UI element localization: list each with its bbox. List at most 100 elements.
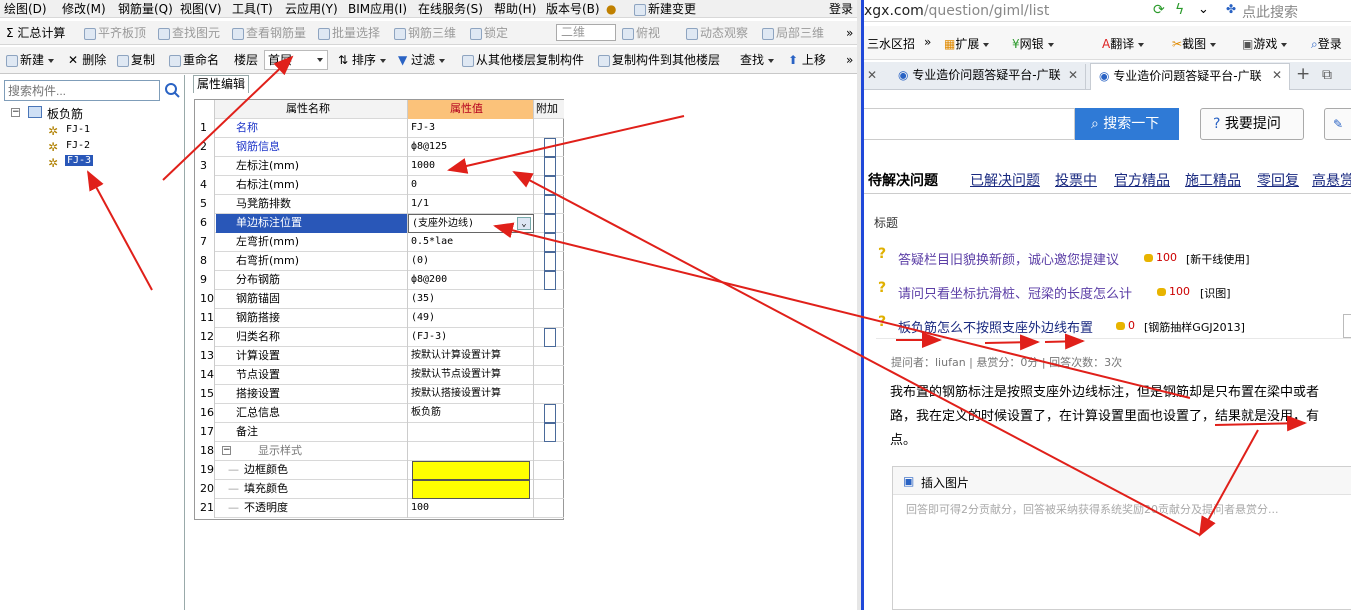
property-value[interactable] (408, 423, 534, 442)
property-value[interactable]: FJ-3 (408, 119, 534, 138)
question-title-1[interactable]: 答疑栏目旧貌换新颜，诚心邀您提建议 (898, 249, 1119, 268)
table-row[interactable]: 2 钢筋信息 ф8@125 (195, 138, 564, 157)
tab-voting[interactable]: 投票中 (1055, 170, 1097, 190)
ask-question-button[interactable]: ? 我要提问 (1200, 108, 1304, 140)
question-title-3[interactable]: 板负筋怎么不按照支座外边线布置 (898, 317, 1093, 336)
property-value[interactable]: 按默认搭接设置计算 (408, 385, 534, 404)
sort-button[interactable]: ⇅ 排序 (338, 47, 386, 74)
table-row[interactable]: 21 — 不透明度 100 (195, 499, 564, 518)
find-button[interactable]: 查找 (740, 47, 775, 74)
lightning-icon[interactable]: ϟ (1175, 2, 1184, 18)
site-search-input[interactable] (864, 108, 1075, 140)
tree-item-fj2[interactable]: FJ-2 (66, 140, 90, 151)
rename-button[interactable]: 重命名 (169, 47, 219, 74)
expand-button[interactable] (1343, 314, 1351, 338)
table-row[interactable]: 11 钢筋搭接 (49) (195, 309, 564, 328)
question-tag-3[interactable]: [钢筋抽样GGJ2013] (1144, 319, 1245, 335)
new-button[interactable]: 新建 (6, 47, 55, 74)
fill-color-swatch[interactable] (412, 480, 530, 499)
table-row[interactable]: 18− 显示样式 (195, 442, 564, 461)
extra-checkbox[interactable] (544, 157, 556, 176)
insert-image-button[interactable]: 插入图片 (921, 474, 969, 491)
tab-high-reward[interactable]: 高悬赏 (1312, 170, 1351, 190)
view-rebar-button[interactable]: 查看钢筋量 (232, 21, 306, 45)
question-title-2[interactable]: 请问只看坐标抗滑桩、冠梁的长度怎么计 (898, 283, 1132, 302)
border-color-swatch[interactable] (412, 461, 530, 480)
browser-search-input[interactable]: 点此搜索 (1242, 2, 1298, 22)
pencil-icon[interactable]: ✎ (1324, 108, 1351, 140)
bookmark-sanshui[interactable]: 三水区招 (867, 35, 915, 52)
floor-select[interactable]: 首层 (264, 50, 328, 70)
copy-to-floor-button[interactable]: 复制构件到其他楼层 (598, 47, 720, 74)
menu-view[interactable]: 视图(V) (180, 0, 222, 18)
property-value[interactable]: ф8@200 (408, 271, 534, 290)
menu-draw[interactable]: 绘图(D) (4, 0, 47, 18)
browser-tab-1[interactable]: ◉ 专业造价问题答疑平台-广联 (888, 64, 1086, 89)
login-button[interactable]: ⌕登录 (1311, 35, 1342, 52)
menu-tools[interactable]: 工具(T) (232, 0, 273, 18)
property-value[interactable]: (0) (408, 252, 534, 271)
tree-item-fj3[interactable]: FJ-3 (63, 154, 95, 167)
table-row[interactable]: 1 名称 FJ-3 (195, 119, 564, 138)
table-row[interactable]: 16 汇总信息 板负筋 (195, 404, 564, 423)
tab-property-edit[interactable]: 属性编辑 (193, 75, 249, 93)
menu-online[interactable]: 在线服务(S) (418, 0, 483, 18)
property-value[interactable]: (支座外边线) ⌄ (408, 214, 534, 233)
extra-checkbox[interactable] (544, 423, 556, 442)
table-row[interactable]: 7 左弯折(mm) 0.5*lae (195, 233, 564, 252)
header-value[interactable]: 属性值 (408, 100, 534, 119)
rebar-3d-button[interactable]: 钢筋三维 (394, 21, 456, 45)
toolbar-overflow[interactable]: » (846, 21, 853, 45)
tab-construction[interactable]: 施工精品 (1185, 170, 1241, 190)
refresh-icon[interactable]: ⟳ (1153, 2, 1165, 18)
tab-restore-icon[interactable]: ⧉ (1322, 67, 1332, 83)
collapse-icon[interactable]: − (222, 446, 231, 455)
login-link[interactable]: 登录 (829, 0, 853, 18)
site-search-button[interactable]: ⌕ 搜索一下 (1075, 108, 1179, 140)
extra-checkbox[interactable] (544, 214, 556, 233)
new-tab-icon[interactable]: + (1296, 64, 1310, 84)
table-row[interactable]: 19 — 边框颜色 (195, 461, 564, 480)
menu-rebar-qty[interactable]: 钢筋量(Q) (118, 0, 173, 18)
copy-button[interactable]: 复制 (117, 47, 155, 74)
find-element-button[interactable]: 查找图元 (158, 21, 220, 45)
property-value[interactable]: ф8@125 (408, 138, 534, 157)
local-3d-button[interactable]: 局部三维 (762, 21, 824, 45)
table-row[interactable]: 20 — 填充颜色 (195, 480, 564, 499)
property-value[interactable]: 1000 (408, 157, 534, 176)
answer-input[interactable]: 回答即可得2分贡献分，回答被采纳获得系统奖励20贡献分及提问者悬赏分... (906, 501, 1278, 517)
tab-official[interactable]: 官方精品 (1114, 170, 1170, 190)
extra-checkbox[interactable] (544, 233, 556, 252)
extra-checkbox[interactable] (544, 404, 556, 423)
move-up-button[interactable]: ⬆ 上移 (788, 47, 826, 74)
menu-bim[interactable]: BIM应用(I) (348, 0, 407, 18)
toolbar-overflow-2[interactable]: » (846, 47, 853, 74)
header-name[interactable]: 属性名称 (216, 100, 408, 119)
bookmark-more[interactable]: » (924, 35, 931, 49)
table-row[interactable]: 8 右弯折(mm) (0) (195, 252, 564, 271)
screenshot-button[interactable]: ✂截图 (1172, 35, 1217, 52)
summary-calc-button[interactable]: Σ 汇总计算 (6, 21, 65, 45)
property-value[interactable]: 板负筋 (408, 404, 534, 423)
close-icon[interactable]: ✕ (867, 68, 877, 82)
table-row[interactable]: 9 分布钢筋 ф8@200 (195, 271, 564, 290)
translate-button[interactable]: A翻译 (1102, 35, 1145, 52)
close-icon[interactable]: ✕ (1272, 68, 1282, 82)
filter-button[interactable]: ▼ 过滤 (398, 47, 446, 74)
url-text[interactable]: xgx.com/question/giml/list (864, 3, 1049, 19)
property-value[interactable]: (FJ-3) (408, 328, 534, 347)
table-row[interactable]: 13 计算设置 按默认计算设置计算 (195, 347, 564, 366)
question-tag-2[interactable]: [识图] (1200, 285, 1231, 301)
tree-item-fj1[interactable]: FJ-1 (66, 124, 90, 135)
menu-help[interactable]: 帮助(H) (494, 0, 536, 18)
view-mode-select[interactable]: 二维 (556, 24, 616, 41)
lock-button[interactable]: 锁定 (470, 21, 508, 45)
menu-version[interactable]: 版本号(B) (546, 0, 600, 18)
property-value[interactable]: (35) (408, 290, 534, 309)
table-row[interactable]: 4 右标注(mm) 0 (195, 176, 564, 195)
table-row[interactable]: 5 马凳筋排数 1/1 (195, 195, 564, 214)
flat-top-button[interactable]: 平齐板顶 (84, 21, 146, 45)
search-icon[interactable] (162, 80, 182, 101)
property-value[interactable]: 100 (408, 499, 534, 518)
table-row[interactable]: 3 左标注(mm) 1000 (195, 157, 564, 176)
